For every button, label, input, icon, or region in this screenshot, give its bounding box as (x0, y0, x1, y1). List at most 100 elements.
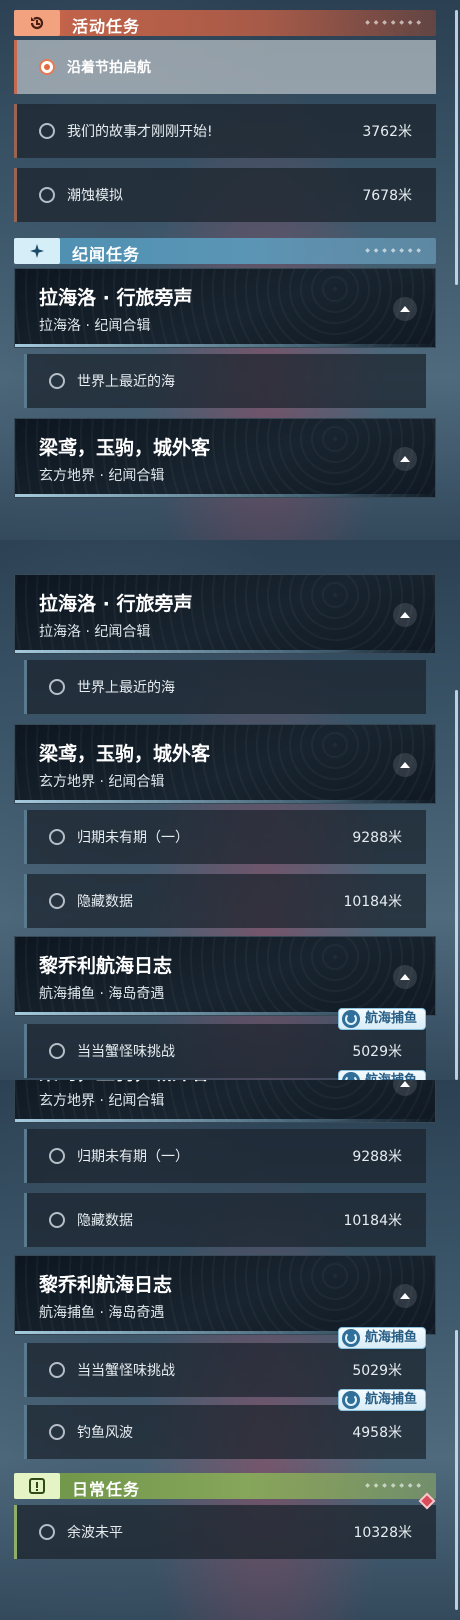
activity-section-header[interactable]: 活动任务 ◆ ◆ ◆ ◆ ◆ ◆ ◆ (14, 10, 436, 36)
tag-label: 航海捕鱼 (365, 1011, 418, 1026)
quest-item[interactable]: 我们的故事才刚刚开始! 3762米 (14, 104, 436, 158)
questline-card[interactable]: 梁鸢，玉驹，城外客 玄方地界 · 纪闻合辑 (14, 1080, 436, 1123)
radio-selected-icon (39, 59, 55, 75)
radio-icon (49, 1424, 65, 1440)
radio-icon (49, 829, 65, 845)
quest-distance: 7678米 (362, 188, 412, 204)
questline-card[interactable]: 梁鸢，玉驹，城外客 玄方地界 · 纪闻合辑 (14, 724, 436, 804)
fishing-hook-icon (342, 1329, 360, 1347)
radio-icon (39, 187, 55, 203)
section-title: 纪闻任务 (72, 245, 141, 264)
radio-icon (49, 373, 65, 389)
quest-panel-view-1: 活动任务 ◆ ◆ ◆ ◆ ◆ ◆ ◆ 沿着节拍启航 我们的故事才刚刚开始! 37… (0, 0, 460, 540)
questline-subtitle: 玄方地界 · 纪闻合辑 (39, 1093, 165, 1109)
questline-subtitle: 玄方地界 · 纪闻合辑 (39, 468, 165, 484)
tag-label: 航海捕鱼 (365, 1073, 417, 1080)
chevron-up-icon[interactable] (393, 753, 417, 777)
quest-item[interactable]: 世界上最近的海 (24, 354, 426, 408)
quest-distance: 5029米 (352, 1363, 402, 1379)
activity-tag: 航海捕鱼 (338, 1327, 427, 1349)
quest-distance: 10184米 (343, 894, 402, 910)
quest-panel-view-3: 梁鸢，玉驹，城外客 玄方地界 · 纪闻合辑 归期未有期（一） 9288米 隐藏数… (0, 1080, 460, 1620)
radio-icon (49, 1148, 65, 1164)
quest-name: 归期未有期（一） (77, 1149, 189, 1165)
radio-icon (49, 679, 65, 695)
activity-tag: 航海捕鱼 (338, 1389, 427, 1411)
quest-name: 世界上最近的海 (77, 680, 175, 696)
quest-name: 钓鱼风波 (77, 1425, 133, 1441)
quest-name: 余波未平 (67, 1525, 123, 1541)
story-section-header[interactable]: 纪闻任务 ◆ ◆ ◆ ◆ ◆ ◆ ◆ (14, 238, 436, 264)
questline-card[interactable]: 黎乔利航海日志 航海捕鱼 · 海岛奇遇 (14, 1255, 436, 1335)
fishing-hook-icon (342, 1010, 360, 1028)
radio-icon (39, 123, 55, 139)
scrollbar[interactable] (455, 10, 458, 285)
activity-tag: 航海捕鱼 (338, 1070, 427, 1080)
quest-item[interactable]: 世界上最近的海 (24, 660, 426, 714)
daily-section-header[interactable]: 日常任务 ◆ ◆ ◆ ◆ ◆ ◆ ◆ (14, 1473, 436, 1499)
quest-name: 隐藏数据 (77, 1213, 133, 1229)
radio-icon (49, 1362, 65, 1378)
scrollbar[interactable] (455, 690, 458, 1080)
chevron-up-icon[interactable] (393, 297, 417, 321)
quest-distance: 10184米 (343, 1213, 402, 1229)
questline-title: 拉海洛 · 行旅旁声 (39, 287, 193, 309)
sparkle-icon (14, 238, 60, 264)
quest-item[interactable]: 潮蚀模拟 7678米 (14, 168, 436, 222)
quest-name: 归期未有期（一） (77, 830, 189, 846)
chevron-up-icon[interactable] (393, 447, 417, 471)
section-decoration: ◆ ◆ ◆ ◆ ◆ ◆ ◆ (365, 19, 422, 26)
quest-item[interactable]: 沿着节拍启航 (14, 40, 436, 94)
quest-item[interactable]: 余波未平 10328米 (14, 1505, 436, 1559)
questline-title: 拉海洛 · 行旅旁声 (39, 593, 193, 615)
questline-title: 梁鸢，玉驹，城外客 (39, 743, 211, 765)
scrollbar[interactable] (455, 1330, 458, 1610)
refresh-task-icon (14, 10, 60, 36)
questline-card[interactable]: 黎乔利航海日志 航海捕鱼 · 海岛奇遇 (14, 936, 436, 1016)
questline-title: 梁鸢，玉驹，城外客 (39, 1080, 210, 1085)
radio-icon (49, 1043, 65, 1059)
quest-item[interactable]: 归期未有期（一） 9288米 (24, 1129, 426, 1183)
questline-card[interactable]: 拉海洛 · 行旅旁声 拉海洛 · 纪闻合辑 (14, 574, 436, 654)
questline-subtitle: 玄方地界 · 纪闻合辑 (39, 774, 165, 790)
section-title: 活动任务 (72, 17, 141, 36)
questline-subtitle: 航海捕鱼 · 海岛奇遇 (39, 1305, 165, 1321)
quest-name: 我们的故事才刚刚开始! (67, 124, 213, 140)
quest-name: 沿着节拍启航 (67, 60, 151, 76)
quest-name: 当当蟹怪味挑战 (77, 1363, 175, 1379)
exclamation-icon (14, 1473, 60, 1499)
fishing-hook-icon (342, 1391, 360, 1409)
quest-distance: 4958米 (352, 1425, 402, 1441)
quest-name: 隐藏数据 (77, 894, 133, 910)
tag-label: 航海捕鱼 (365, 1392, 418, 1407)
quest-distance: 10328米 (353, 1525, 412, 1541)
chevron-up-icon[interactable] (393, 1080, 417, 1096)
questline-subtitle: 拉海洛 · 纪闻合辑 (39, 624, 151, 640)
quest-distance: 5029米 (352, 1044, 402, 1060)
fishing-hook-icon (342, 1072, 360, 1080)
questline-title: 梁鸢，玉驹，城外客 (39, 437, 211, 459)
radio-icon (49, 893, 65, 909)
chevron-up-icon[interactable] (393, 965, 417, 989)
questline-subtitle: 航海捕鱼 · 海岛奇遇 (39, 986, 165, 1002)
quest-distance: 9288米 (352, 830, 402, 846)
quest-distance: 3762米 (362, 124, 412, 140)
chevron-up-icon[interactable] (393, 1284, 417, 1308)
section-decoration: ◆ ◆ ◆ ◆ ◆ ◆ ◆ (365, 247, 422, 254)
questline-card[interactable]: 梁鸢，玉驹，城外客 玄方地界 · 纪闻合辑 (14, 418, 436, 498)
quest-distance: 9288米 (352, 1149, 402, 1165)
quest-item[interactable]: 隐藏数据 10184米 (24, 1193, 426, 1247)
section-decoration: ◆ ◆ ◆ ◆ ◆ ◆ ◆ (365, 1482, 422, 1489)
radio-icon (49, 1212, 65, 1228)
questline-title: 黎乔利航海日志 (39, 955, 173, 977)
quest-name: 世界上最近的海 (77, 374, 175, 390)
quest-item[interactable]: 钓鱼风波 4958米 (24, 1405, 426, 1459)
quest-item[interactable]: 归期未有期（一） 9288米 (24, 810, 426, 864)
questline-card[interactable]: 拉海洛 · 行旅旁声 拉海洛 · 纪闻合辑 (14, 268, 436, 348)
chevron-up-icon[interactable] (393, 603, 417, 627)
quest-name: 当当蟹怪味挑战 (77, 1044, 175, 1060)
quest-name: 潮蚀模拟 (67, 188, 123, 204)
section-title: 日常任务 (72, 1480, 141, 1499)
quest-item[interactable]: 隐藏数据 10184米 (24, 874, 426, 928)
quest-panel-view-2: 拉海洛 · 行旅旁声 拉海洛 · 纪闻合辑 世界上最近的海 梁鸢，玉驹，城外客 … (0, 540, 460, 1080)
